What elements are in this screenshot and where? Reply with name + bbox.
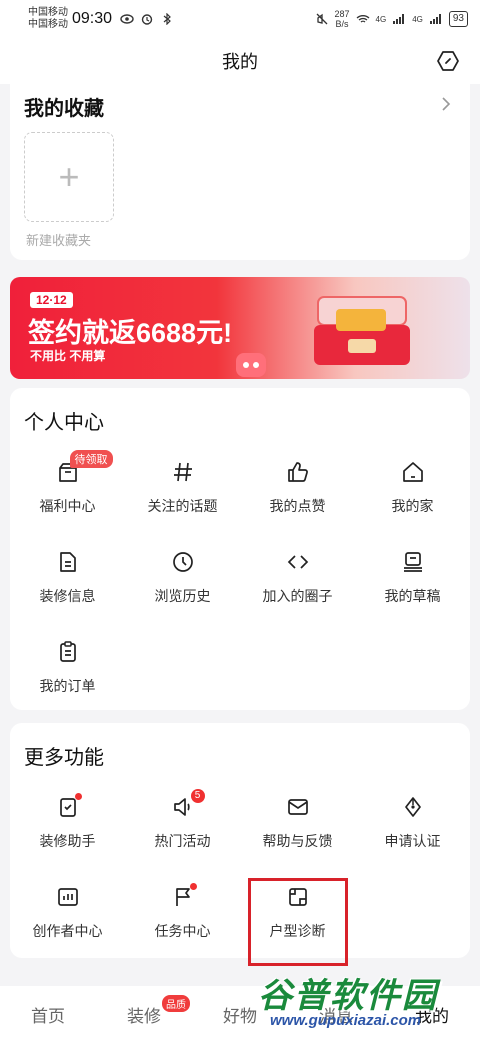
- grid-item-joined-circles[interactable]: 加入的圈子: [240, 550, 355, 630]
- grid-item-label: 热门活动: [154, 833, 211, 849]
- grid-item-label: 我的点赞: [269, 498, 326, 514]
- promo-banner[interactable]: 12·12 签约就返6688元! 不用比 不用算: [10, 277, 470, 379]
- grid-item-my-orders[interactable]: 我的订单: [10, 640, 125, 720]
- quality-badge: 品质: [162, 995, 190, 1012]
- network-speed: 287 B/s: [335, 9, 350, 29]
- grid-item-welfare-center[interactable]: 待领取 福利中心: [10, 450, 125, 540]
- grid-item-renovation-info[interactable]: 装修信息: [10, 550, 125, 630]
- nav-label: 好物: [223, 1007, 257, 1026]
- grid-item-creator-center[interactable]: 创作者中心: [10, 885, 125, 965]
- grid-item-label: 我的订单: [39, 678, 96, 694]
- watermark-title: 谷普软件园: [258, 977, 438, 1015]
- carrier-1: 中国移动: [28, 7, 68, 18]
- grid-item-followed-topics[interactable]: 关注的话题: [125, 460, 240, 540]
- new-folder-label: 新建收藏夹: [26, 233, 92, 248]
- grid-item-label: 创作者中心: [32, 923, 103, 939]
- grid-item-label: 帮助与反馈: [262, 833, 333, 849]
- grid-item-label: 关注的话题: [147, 498, 218, 514]
- favorites-card: 我的收藏 + 新建收藏夹: [10, 84, 470, 260]
- plus-icon: +: [58, 156, 80, 197]
- notification-dot: [189, 883, 197, 890]
- speed-unit: B/s: [335, 19, 349, 29]
- nav-label: 装修: [127, 1007, 161, 1026]
- page-title: 我的: [222, 52, 258, 72]
- grid-item-hot-events[interactable]: 5 热门活动: [125, 789, 240, 875]
- grid-item-label: 装修助手: [39, 833, 96, 849]
- notification-dot: [74, 793, 82, 800]
- new-folder-button[interactable]: +: [24, 132, 114, 222]
- banner-headline: 签约就返6688元!: [28, 318, 233, 348]
- more-features-card: 更多功能 装修助手 5 热门活动 帮助与反馈 申请认证 创作者中心 任务中心 户: [10, 723, 470, 958]
- settings-icon[interactable]: [436, 49, 460, 73]
- highlight-annotation: [248, 878, 348, 966]
- chevron-right-icon[interactable]: [440, 96, 452, 112]
- network-type-1: 4G: [375, 14, 387, 24]
- grid-item-label: 我的草稿: [384, 588, 441, 604]
- more-features-title: 更多功能: [24, 747, 104, 769]
- bluetooth-icon: [163, 13, 171, 25]
- banner-badge: 12·12: [30, 292, 73, 308]
- notification-count: 5: [190, 789, 205, 803]
- nav-label: 首页: [31, 1007, 65, 1026]
- carrier-labels: 中国移动 中国移动: [28, 7, 68, 31]
- personal-center-title: 个人中心: [24, 412, 104, 434]
- personal-center-card: 个人中心 待领取 福利中心 关注的话题 我的点赞 我的家 装修信息 浏览历史 加…: [10, 388, 470, 710]
- clock: 09:30: [72, 10, 113, 27]
- pending-tag: 待领取: [69, 450, 113, 468]
- pen-nib-icon: [404, 797, 421, 817]
- favorites-title: 我的收藏: [24, 98, 104, 120]
- thumbs-up-icon: [287, 462, 308, 482]
- network-type-2: 4G: [412, 14, 423, 24]
- carrier-2: 中国移动: [28, 19, 68, 30]
- document-icon: [59, 552, 76, 572]
- clock-icon: [172, 552, 193, 572]
- grid-item-label: 福利中心: [39, 498, 96, 514]
- grid-item-help-feedback[interactable]: 帮助与反馈: [240, 795, 355, 875]
- grid-item-browse-history[interactable]: 浏览历史: [125, 550, 240, 630]
- hashtag-icon: [173, 462, 192, 482]
- wifi-icon: [356, 15, 369, 23]
- grid-item-label: 加入的圈子: [262, 588, 333, 604]
- speed-value: 287: [334, 9, 350, 19]
- grid-item-my-likes[interactable]: 我的点赞: [240, 460, 355, 540]
- clipboard-icon: [59, 641, 76, 662]
- home-icon: [402, 462, 423, 482]
- gift-box-illustration: [314, 296, 410, 365]
- code-brackets-icon: [287, 555, 308, 569]
- status-bar: 中国移动 中国移动 09:30 287 B/s 4G 4G 93: [0, 0, 480, 38]
- site-watermark: 谷普软件园 www.gupuxiazai.com: [258, 968, 480, 1040]
- eye-icon: [120, 14, 134, 24]
- grid-item-my-home[interactable]: 我的家: [355, 460, 470, 540]
- signal-icon: [393, 14, 405, 24]
- mail-icon: [287, 799, 308, 815]
- grid-item-task-center[interactable]: 任务中心: [125, 883, 240, 965]
- grid-item-label: 申请认证: [384, 833, 441, 849]
- alarm-icon: [141, 14, 153, 25]
- battery-indicator: 93: [448, 11, 468, 27]
- grid-item-label: 浏览历史: [154, 588, 211, 604]
- grid-item-my-drafts[interactable]: 我的草稿: [355, 550, 470, 630]
- draft-icon: [403, 552, 422, 572]
- grid-item-label: 装修信息: [39, 588, 96, 604]
- watermark-url: www.gupuxiazai.com: [270, 1012, 422, 1029]
- grid-item-apply-certification[interactable]: 申请认证: [355, 795, 470, 875]
- chart-icon: [57, 888, 78, 906]
- speaker-illustration: [236, 353, 266, 377]
- signal-icon-2: [429, 14, 441, 24]
- page-header: 我的: [0, 38, 480, 84]
- grid-item-renovation-assistant[interactable]: 装修助手: [10, 793, 125, 875]
- nav-renovation[interactable]: 装修 品质: [96, 986, 192, 1040]
- banner-subline: 不用比 不用算: [30, 349, 106, 363]
- grid-item-label: 我的家: [391, 498, 434, 514]
- mute-icon: [316, 13, 327, 25]
- nav-home[interactable]: 首页: [0, 986, 96, 1040]
- grid-item-label: 任务中心: [154, 923, 211, 939]
